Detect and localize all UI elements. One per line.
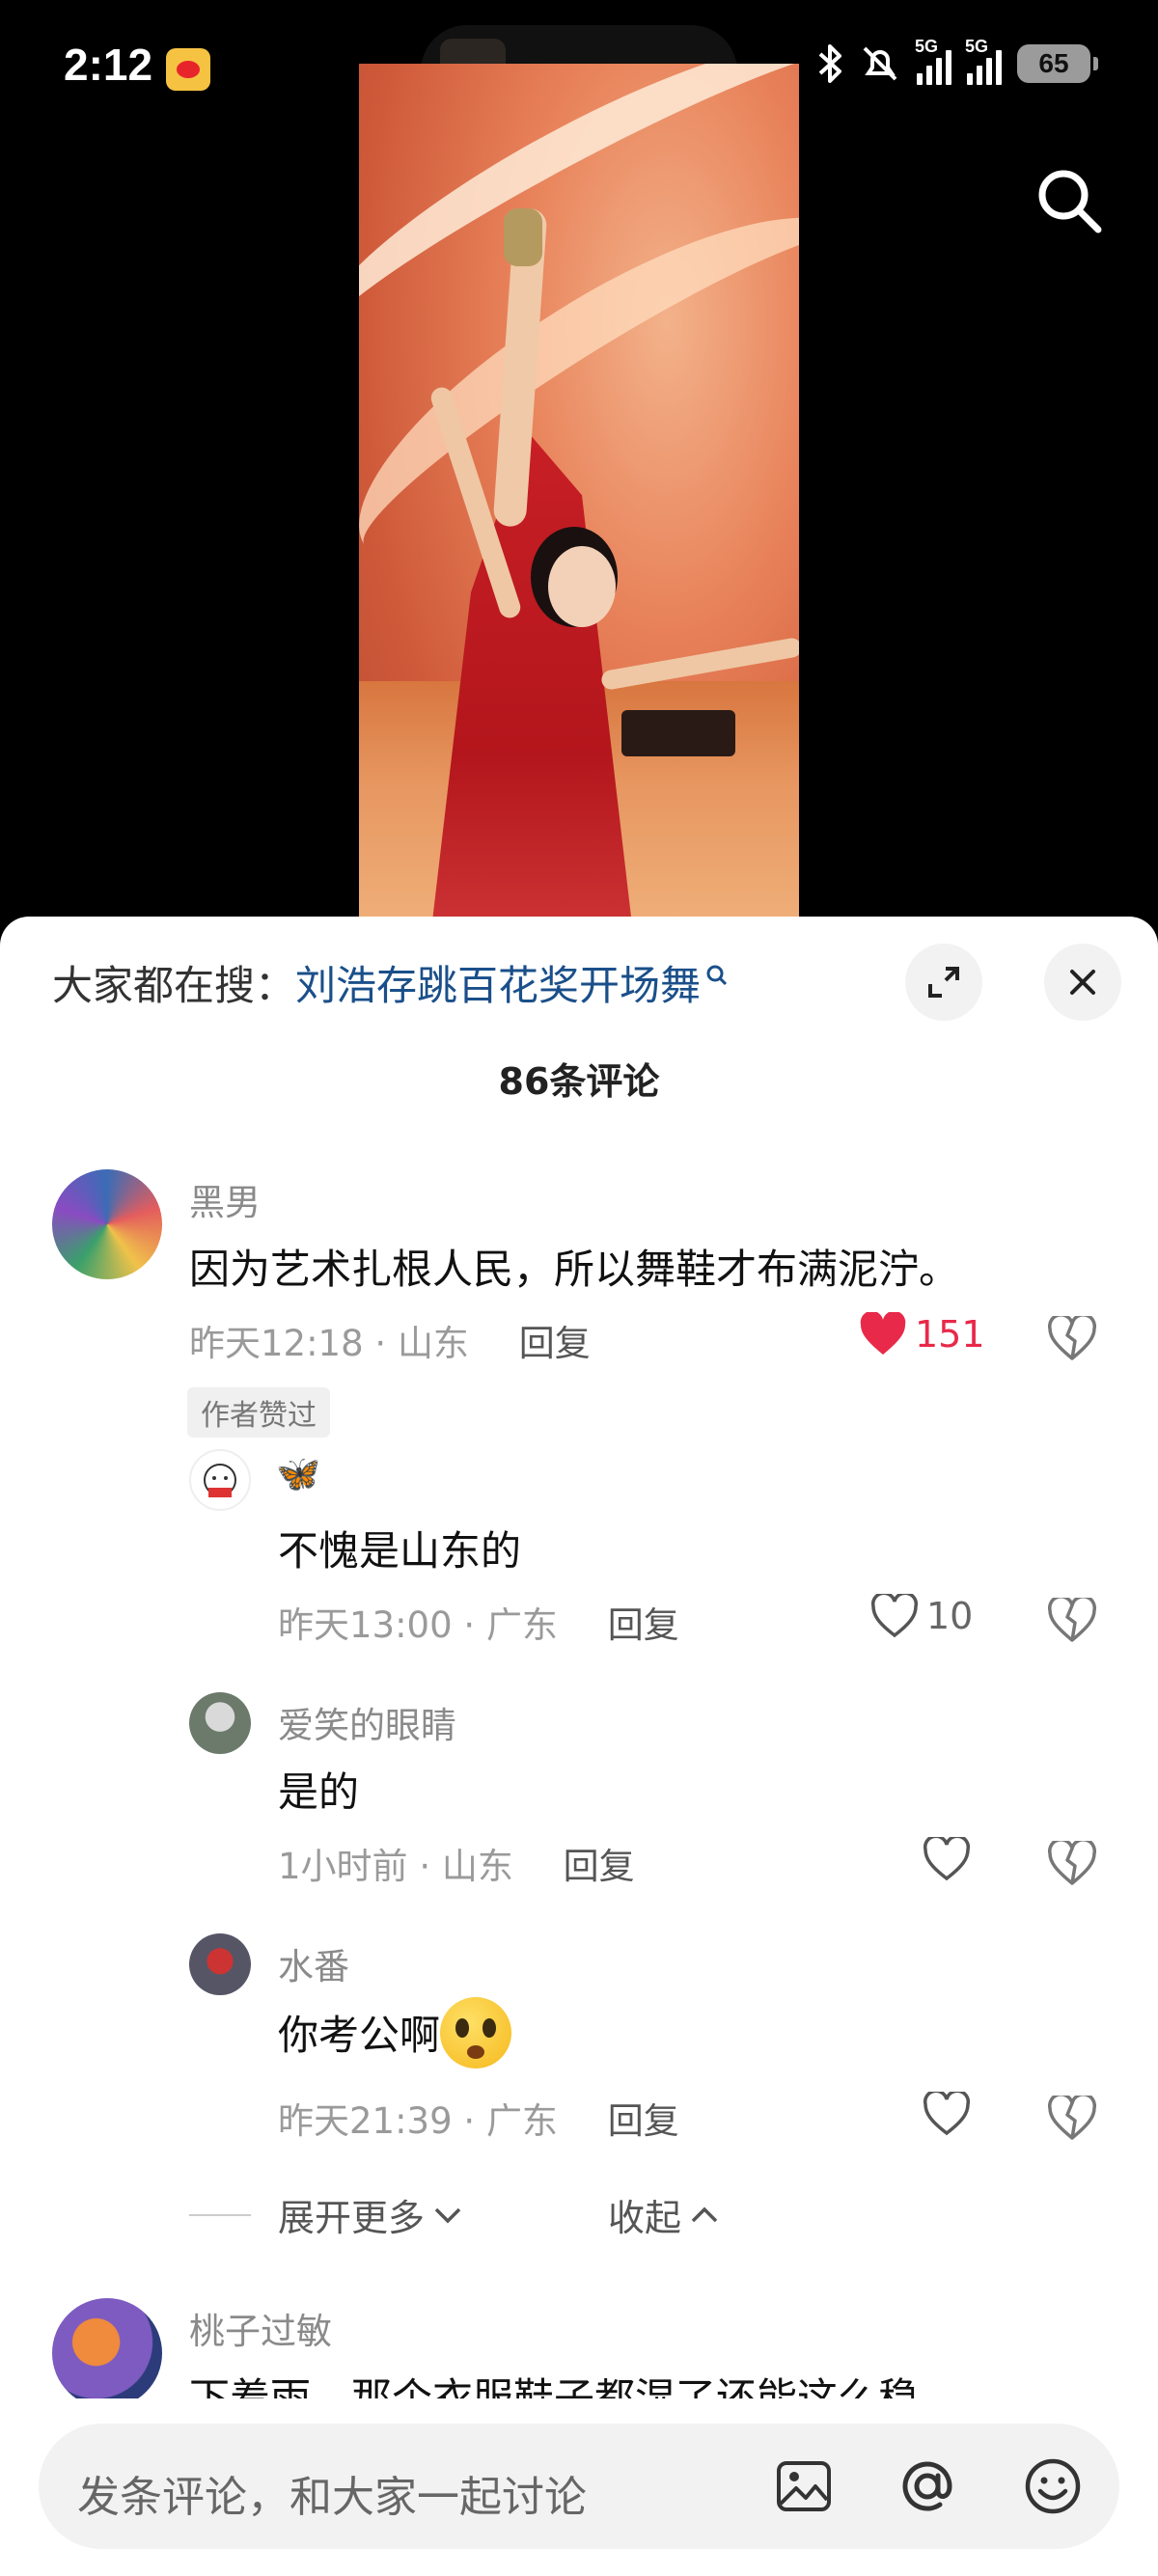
avatar[interactable] — [189, 1933, 251, 1995]
comment-text[interactable]: 是的 — [278, 1760, 359, 1819]
collapse-button[interactable]: 收起 — [608, 2188, 720, 2241]
comment-meta: 1小时前 · 山东 回复 — [278, 1846, 635, 1887]
divider — [189, 2213, 251, 2216]
mute-bell-icon — [863, 46, 897, 81]
reply-button[interactable]: 回复 — [608, 1604, 679, 1646]
video-player[interactable] — [359, 64, 799, 932]
weibo-app-icon — [166, 48, 210, 91]
cellular-signal-2-icon: 5G — [965, 37, 1002, 85]
avatar[interactable] — [189, 1692, 251, 1754]
comment-author[interactable]: 黑男 — [189, 1173, 261, 1225]
reply-button[interactable]: 回复 — [608, 2100, 679, 2142]
hot-search-keyword[interactable]: 刘浩存跳百花奖开场舞 — [295, 953, 701, 1012]
comment-meta: 昨天21:39 · 广东 回复 — [278, 2100, 679, 2142]
comment-time: 昨天13:00 — [278, 1604, 453, 1646]
like-count: 10 — [926, 1595, 974, 1637]
battery-icon: 65 — [1017, 44, 1098, 83]
comment-text[interactable]: 不愧是山东的 — [278, 1519, 521, 1577]
comment-count: 86条评论 — [498, 1060, 660, 1103]
like-button[interactable] — [923, 1837, 971, 1881]
at-icon — [902, 2461, 952, 2511]
smiley-icon — [1025, 2458, 1081, 2514]
expand-icon — [928, 967, 959, 998]
comment-sheet: 大家都在搜： 刘浩存跳百花奖开场舞 86条评论 黑男 因为艺术扎根人民，所以舞鞋… — [0, 917, 1158, 2576]
like-button[interactable]: 151 — [859, 1312, 985, 1357]
comment-author[interactable]: 🦋 — [276, 1453, 320, 1495]
comment-location: 山东 — [441, 1846, 513, 1887]
comment-meta: 昨天13:00 · 广东 回复 — [278, 1604, 679, 1646]
author-liked-badge: 作者赞过 — [187, 1387, 330, 1438]
emoji-button[interactable] — [1021, 2454, 1085, 2518]
comment-time: 昨天21:39 — [278, 2100, 453, 2142]
reply-button[interactable]: 回复 — [519, 1323, 591, 1364]
comment-author[interactable]: 爱笑的眼睛 — [278, 1696, 456, 1748]
hot-search-prefix: 大家都在搜： — [52, 962, 296, 1009]
like-count: 151 — [915, 1313, 985, 1356]
comment-location: 山东 — [397, 1323, 469, 1364]
image-button[interactable] — [772, 2454, 836, 2518]
heart-outline-icon — [870, 1594, 919, 1638]
surprised-emoji-icon — [440, 1996, 512, 2069]
system-icons: 5G 5G 65 — [816, 37, 1098, 85]
dislike-broken-heart-icon[interactable] — [1048, 1316, 1096, 1360]
comment-input[interactable]: 发条评论，和大家一起讨论 — [77, 2462, 587, 2524]
hot-search-bar[interactable]: 大家都在搜： 刘浩存跳百花奖开场舞 — [52, 953, 730, 1012]
heart-outline-icon — [923, 2092, 971, 2136]
cellular-signal-1-icon: 5G — [915, 37, 951, 85]
dislike-broken-heart-icon[interactable] — [1048, 2096, 1096, 2140]
image-icon — [777, 2461, 831, 2511]
comment-location: 广东 — [485, 1604, 558, 1646]
avatar[interactable] — [189, 1449, 251, 1511]
comment-composer[interactable]: 发条评论，和大家一起讨论 — [39, 2424, 1119, 2549]
avatar[interactable] — [52, 1169, 162, 1279]
heart-outline-icon — [923, 1837, 971, 1881]
comment-text[interactable]: 因为艺术扎根人民，所以舞鞋才布满泥泞。 — [189, 1237, 959, 1296]
reply-button[interactable]: 回复 — [564, 1846, 635, 1887]
close-icon — [1070, 970, 1095, 995]
expand-more-button[interactable]: 展开更多 — [278, 2188, 463, 2241]
like-button[interactable] — [923, 2092, 971, 2136]
search-icon[interactable] — [1031, 162, 1108, 239]
comment-author[interactable]: 水番 — [278, 1937, 349, 1989]
chevron-down-icon — [434, 2207, 461, 2223]
bluetooth-icon — [818, 44, 841, 83]
dislike-broken-heart-icon[interactable] — [1048, 1841, 1096, 1885]
status-time: 2:12 — [64, 40, 153, 90]
replies-controls: 展开更多 收起 — [189, 2188, 720, 2241]
mention-button[interactable] — [896, 2454, 959, 2518]
close-button[interactable] — [1044, 944, 1121, 1021]
dislike-broken-heart-icon[interactable] — [1048, 1598, 1096, 1642]
expand-fullscreen-button[interactable] — [905, 944, 982, 1021]
comment-location: 广东 — [485, 2100, 558, 2142]
comment-text[interactable]: 你考公啊 — [278, 1996, 512, 2069]
comment-time: 1小时前 — [278, 1846, 408, 1887]
comment-time: 昨天12:18 — [189, 1323, 364, 1364]
heart-filled-icon — [860, 1312, 906, 1355]
like-button[interactable]: 10 — [870, 1594, 973, 1638]
avatar[interactable] — [52, 2298, 162, 2408]
comment-author[interactable]: 桃子过敏 — [189, 2302, 332, 2354]
small-search-icon — [706, 965, 728, 985]
chevron-up-icon — [691, 2206, 718, 2222]
comment-meta: 昨天12:18 · 山东 回复 — [189, 1323, 591, 1364]
